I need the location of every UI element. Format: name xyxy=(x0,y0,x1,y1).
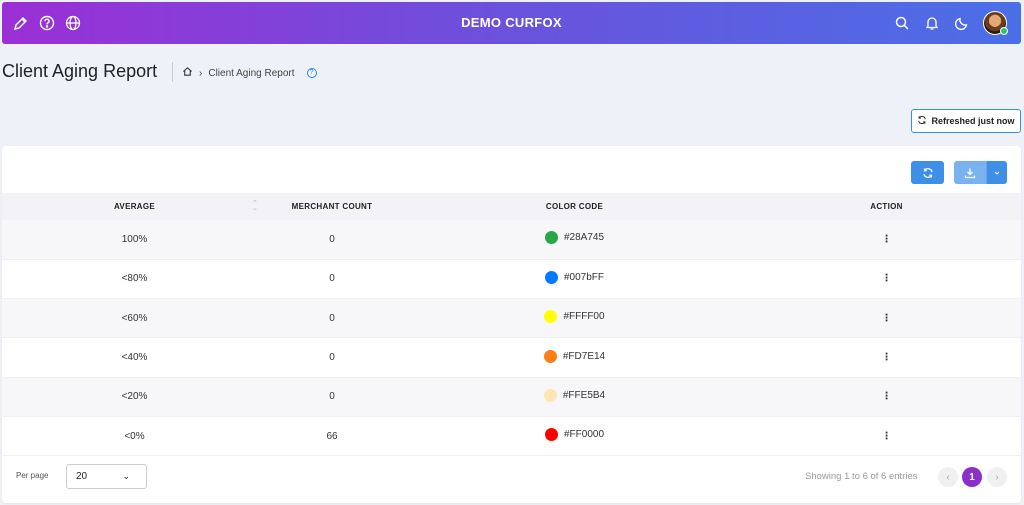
page-1-button[interactable]: 1 xyxy=(962,467,982,487)
download-icon xyxy=(964,168,976,178)
table-row: <60% 0 #FFFF00 ⋮ xyxy=(2,298,1021,338)
color-swatch xyxy=(543,349,557,363)
average-cell: <80% xyxy=(121,273,148,285)
more-actions-icon[interactable]: ⋮ xyxy=(882,431,892,442)
per-page-select[interactable]: 20 ⌄ xyxy=(66,464,147,489)
app-brand: DEMO CURFOX xyxy=(461,15,562,30)
color-code-text: #FFE5B4 xyxy=(562,389,606,401)
table-row: <0% 66 #FF0000 ⋮ xyxy=(2,416,1021,456)
header-merchant-count[interactable]: MERCHANT COUNT xyxy=(267,193,397,220)
color-code-cell: #FFFF00 xyxy=(397,299,752,338)
per-page-label: Per page xyxy=(16,471,49,480)
sort-icon[interactable]: ⌃ ⌄ xyxy=(252,200,258,212)
globe-icon[interactable] xyxy=(64,14,82,32)
color-code-cell: #FF0000 xyxy=(397,416,752,455)
color-code-text: #FFFF00 xyxy=(563,311,605,323)
average-cell: <60% xyxy=(121,312,148,324)
reload-button[interactable] xyxy=(911,161,944,184)
merchant-count-cell: 0 xyxy=(329,391,335,403)
color-code-cell: #FFE5B4 xyxy=(397,377,752,416)
average-cell: <40% xyxy=(121,352,148,364)
online-status-dot xyxy=(1000,27,1008,35)
sync-icon xyxy=(922,167,933,178)
average-cell: <0% xyxy=(124,430,145,442)
chevron-down-icon xyxy=(994,171,1000,175)
action-cell: ⋮ xyxy=(752,338,1021,377)
color-swatch xyxy=(543,388,557,402)
table-row: 100% 0 #28A745 ⋮ xyxy=(2,220,1021,260)
color-code-cell: #FD7E14 xyxy=(397,338,752,377)
action-cell: ⋮ xyxy=(752,377,1021,416)
export-dropdown-toggle[interactable] xyxy=(986,161,1007,184)
refresh-status-button[interactable]: Refreshed just now xyxy=(911,109,1021,133)
brush-icon[interactable] xyxy=(12,14,30,32)
report-card: AVERAGE ⌃ ⌄ MERCHANT COUNT COLOR CODE ACT… xyxy=(2,146,1021,503)
download-button[interactable] xyxy=(954,161,986,184)
table-row: <40% 0 #FD7E14 ⋮ xyxy=(2,338,1021,378)
color-code-text: #007bFF xyxy=(563,271,605,283)
title-divider xyxy=(172,62,173,82)
color-swatch xyxy=(544,428,558,442)
more-actions-icon[interactable]: ⋮ xyxy=(882,352,892,363)
help-icon[interactable] xyxy=(38,14,56,32)
average-cell: <20% xyxy=(121,391,148,403)
export-button-group xyxy=(954,161,1007,184)
home-icon[interactable] xyxy=(182,66,193,80)
prev-page-button[interactable]: ‹ xyxy=(938,467,958,487)
color-code-text: #28A745 xyxy=(563,232,605,244)
action-cell: ⋮ xyxy=(752,220,1021,259)
color-code-text: #FF0000 xyxy=(563,429,605,441)
per-page-value: 20 xyxy=(76,471,88,482)
more-actions-icon[interactable]: ⋮ xyxy=(882,234,892,245)
breadcrumb: › Client Aging Report ? xyxy=(182,66,317,80)
breadcrumb-current: Client Aging Report xyxy=(208,67,295,79)
moon-icon[interactable] xyxy=(953,14,971,32)
header-color-code[interactable]: COLOR CODE xyxy=(397,193,752,220)
color-code-text: #FD7E14 xyxy=(562,350,606,362)
entries-summary: Showing 1 to 6 of 6 entries xyxy=(805,471,918,482)
table-row: <80% 0 #007bFF ⋮ xyxy=(2,259,1021,299)
color-swatch xyxy=(544,310,558,324)
header-average[interactable]: AVERAGE ⌃ ⌄ xyxy=(2,193,267,220)
top-navbar: DEMO CURFOX xyxy=(2,2,1021,44)
bell-icon[interactable] xyxy=(923,14,941,32)
refresh-label: Refreshed just now xyxy=(931,116,1015,126)
merchant-count-cell: 0 xyxy=(329,352,335,364)
merchant-count-cell: 0 xyxy=(329,233,335,245)
header-action: ACTION xyxy=(870,202,903,211)
more-actions-icon[interactable]: ⋮ xyxy=(882,273,892,284)
color-code-cell: #28A745 xyxy=(397,220,752,259)
refresh-icon xyxy=(917,115,927,127)
next-page-button[interactable]: › xyxy=(987,467,1007,487)
average-cell: 100% xyxy=(121,233,148,245)
color-swatch xyxy=(544,231,558,245)
more-actions-icon[interactable]: ⋮ xyxy=(882,391,892,402)
action-cell: ⋮ xyxy=(752,416,1021,455)
color-code-cell: #007bFF xyxy=(397,259,752,298)
help-icon[interactable]: ? xyxy=(306,68,317,78)
chevron-down-icon: ⌄ xyxy=(122,471,130,481)
action-cell: ⋮ xyxy=(752,299,1021,338)
merchant-count-cell: 0 xyxy=(329,312,335,324)
table-row: <20% 0 #FFE5B4 ⋮ xyxy=(2,377,1021,417)
page-title: Client Aging Report xyxy=(2,61,158,81)
aging-table: AVERAGE ⌃ ⌄ MERCHANT COUNT COLOR CODE ACT… xyxy=(2,193,1021,456)
avatar[interactable] xyxy=(983,11,1008,35)
action-cell: ⋮ xyxy=(752,259,1021,298)
merchant-count-cell: 0 xyxy=(329,273,335,285)
more-actions-icon[interactable]: ⋮ xyxy=(882,313,892,324)
color-swatch xyxy=(544,270,558,284)
search-icon[interactable] xyxy=(893,14,911,32)
table-header-row: AVERAGE ⌃ ⌄ MERCHANT COUNT COLOR CODE ACT… xyxy=(2,193,1021,220)
merchant-count-cell: 66 xyxy=(326,430,338,442)
chevron-right-icon: › xyxy=(199,67,203,79)
